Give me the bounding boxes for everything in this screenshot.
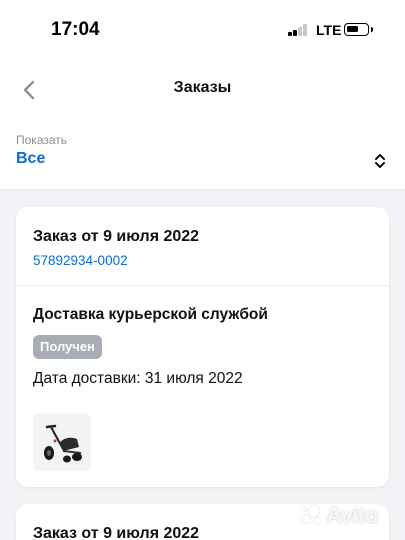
battery-icon [344,23,373,36]
order-title: Заказ от 9 июля 2022 [33,228,200,245]
product-thumbnail[interactable] [33,413,91,471]
status-badge: Получен [33,335,102,359]
drift-trike-image [33,413,91,471]
order-title: Заказ от 9 июля 2022 [33,525,200,540]
divider [16,285,389,286]
status-time: 17:04 [51,19,100,40]
order-card[interactable]: Заказ от 9 июля 2022 57892934-0002 Доста… [16,207,389,487]
avito-logo-icon [301,504,321,525]
filter-select[interactable]: Показать Все [0,120,405,190]
watermark-text: Avito [326,503,378,528]
delivery-method: Доставка курьерской службой [33,306,268,323]
filter-value: Все [16,150,46,167]
chevron-up-down-icon [375,154,385,168]
page-title: Заказы [173,79,232,96]
signal-strength-icon [288,24,308,36]
delivery-date: Дата доставки: 31 июля 2022 [33,370,243,387]
navigation-bar: Заказы [0,60,405,120]
order-number-link[interactable]: 57892934-0002 [33,253,128,268]
status-bar: 17:04 LTE [0,0,405,60]
network-type: LTE [316,22,342,38]
filter-label: Показать [16,133,68,147]
